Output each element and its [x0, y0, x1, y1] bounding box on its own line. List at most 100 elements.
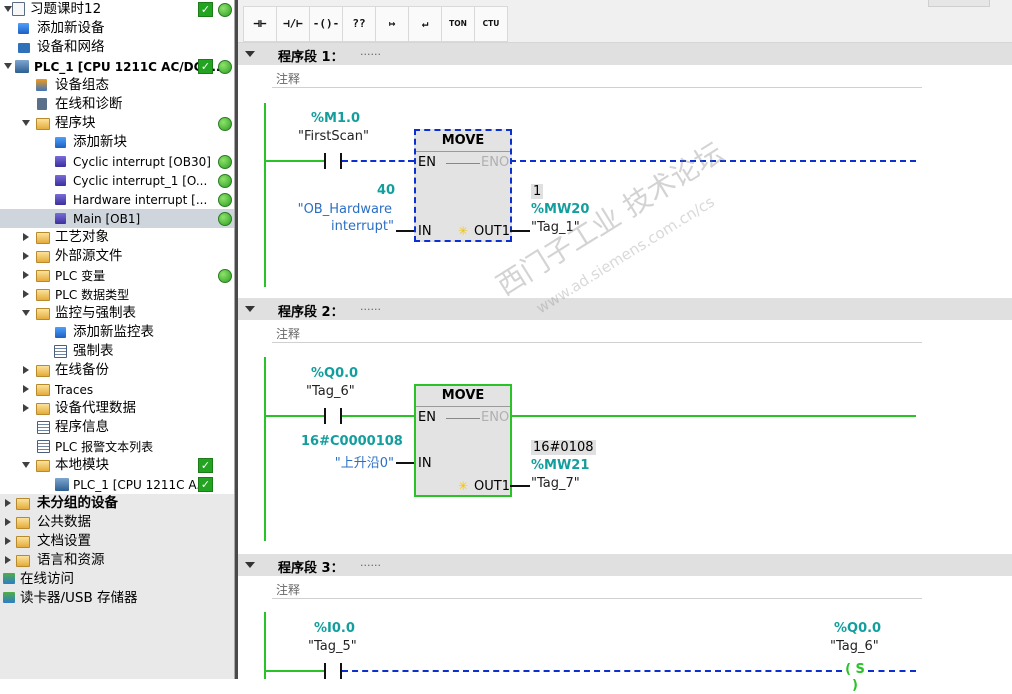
normally-open-contact[interactable] — [324, 408, 342, 424]
network-comment[interactable]: 注释 — [272, 322, 922, 343]
normally-open-contact[interactable] — [324, 663, 342, 679]
close-branch-icon[interactable]: ↵ — [408, 6, 442, 42]
tree-item-local-modules[interactable]: 本地模块 ✓ — [0, 456, 234, 475]
expand-chevron-icon[interactable] — [4, 6, 12, 12]
output-address[interactable]: %MW21 — [531, 458, 589, 473]
online-ok-icon — [218, 155, 232, 169]
contact-tag-name[interactable]: "FirstScan" — [298, 129, 369, 144]
tree-item-device-proxy-data[interactable]: 设备代理数据 — [0, 399, 234, 418]
tree-item-ungrouped-devices[interactable]: 未分组的设备 — [0, 494, 234, 514]
tree-item-program-blocks[interactable]: 程序块 — [0, 114, 234, 133]
expand-chevron-icon[interactable] — [23, 404, 29, 412]
contact-address[interactable]: %Q0.0 — [311, 366, 358, 381]
network-title-field[interactable]: ...... — [360, 556, 381, 569]
network-3-header[interactable]: 程序段 3： ...... — [238, 554, 1012, 576]
tree-item-plc-tags[interactable]: PLC 变量 — [0, 266, 234, 285]
tree-item-force-table[interactable]: 强制表 — [0, 342, 234, 361]
tree-item-plc-data-types[interactable]: PLC 数据类型 — [0, 285, 234, 304]
expand-chevron-icon[interactable] — [4, 63, 12, 69]
coil-tag-name[interactable]: "Tag_6" — [830, 639, 879, 654]
text-list-icon — [37, 440, 50, 453]
contact-address[interactable]: %I0.0 — [314, 621, 355, 636]
tree-item-card-reader-usb[interactable]: 读卡器/USB 存储器 — [0, 589, 234, 609]
tree-item-languages-resources[interactable]: 语言和资源 — [0, 551, 234, 571]
tree-item-plc1-module[interactable]: PLC_1 [CPU 1211C A... ✓ — [0, 475, 234, 494]
input-tag-name[interactable]: "OB_Hardware — [278, 202, 392, 217]
tree-item-devices-networks[interactable]: 设备和网络 — [0, 38, 234, 57]
output-monitor-value: 1 — [531, 184, 544, 199]
expand-chevron-icon[interactable] — [5, 518, 11, 526]
expand-chevron-icon[interactable] — [23, 385, 29, 393]
toolbar-overflow-tab[interactable] — [928, 0, 990, 7]
tree-item-ob30[interactable]: Cyclic interrupt [OB30] — [0, 152, 234, 171]
network-comment[interactable]: 注释 — [272, 578, 922, 599]
folder-icon — [36, 403, 50, 415]
input-tag-name-cont[interactable]: interrupt" — [278, 219, 394, 234]
folder-icon — [36, 251, 50, 263]
input-tag-name[interactable]: "上升沿0" — [298, 452, 394, 471]
contact-tag-name[interactable]: "Tag_6" — [306, 384, 355, 399]
ton-timer-icon[interactable]: TON — [441, 6, 475, 42]
tree-item-cyclic-interrupt-1[interactable]: Cyclic interrupt_1 [O... — [0, 171, 234, 190]
expand-chevron-icon[interactable] — [22, 120, 30, 126]
move-box[interactable]: MOVE EN ENO IN ✳ OUT1 — [414, 384, 512, 497]
expand-chevron-icon[interactable] — [23, 252, 29, 260]
tree-item-online-backups[interactable]: 在线备份 — [0, 361, 234, 380]
tree-item-external-sources[interactable]: 外部源文件 — [0, 247, 234, 266]
card-reader-icon — [3, 592, 15, 603]
expand-chevron-icon[interactable] — [22, 462, 30, 468]
tree-item-watch-force-tables[interactable]: 监控与强制表 — [0, 304, 234, 323]
tree-item-common-data[interactable]: 公共数据 — [0, 513, 234, 533]
eno-pin: ENO — [481, 410, 510, 425]
expand-chevron-icon[interactable] — [23, 290, 29, 298]
expand-chevron-icon[interactable] — [5, 556, 11, 564]
expand-chevron-icon[interactable] — [5, 537, 11, 545]
expand-chevron-icon[interactable] — [22, 310, 30, 316]
move-box[interactable]: MOVE EN ENO IN ✳ OUT1 — [414, 129, 512, 242]
contact-tag-name[interactable]: "Tag_5" — [308, 639, 357, 654]
tree-item-hardware-interrupt[interactable]: Hardware interrupt [... — [0, 190, 234, 209]
project-icon — [12, 2, 25, 16]
network-title-field[interactable]: ...... — [360, 300, 381, 313]
tree-item-add-block[interactable]: 添加新块 — [0, 133, 234, 152]
collapse-chevron-icon[interactable] — [245, 51, 255, 57]
tree-item-plc1[interactable]: PLC_1 [CPU 1211C AC/DC/... ✓ — [0, 57, 234, 76]
output-tag-name[interactable]: "Tag_7" — [531, 476, 580, 491]
expand-chevron-icon[interactable] — [23, 366, 29, 374]
tree-item-program-info[interactable]: 程序信息 — [0, 418, 234, 437]
tree-item-online-diagnostics[interactable]: 在线和诊断 — [0, 95, 234, 114]
collapse-chevron-icon[interactable] — [245, 306, 255, 312]
tree-item-device-config[interactable]: 设备组态 — [0, 76, 234, 95]
coil-address[interactable]: %Q0.0 — [834, 621, 881, 636]
open-branch-icon[interactable]: ↦ — [375, 6, 409, 42]
expand-chevron-icon[interactable] — [23, 233, 29, 241]
contact-address[interactable]: %M1.0 — [311, 111, 360, 126]
tree-item-add-watch-table[interactable]: 添加新监控表 — [0, 323, 234, 342]
tree-item-online-access[interactable]: 在线访问 — [0, 570, 234, 590]
ctu-counter-icon[interactable]: CTU — [474, 6, 508, 42]
tree-item-project[interactable]: 习题课时12 ✓ — [0, 0, 234, 19]
network-1-header[interactable]: 程序段 1： ...... — [238, 43, 1012, 65]
tree-item-main-ob1[interactable]: Main [OB1] — [0, 209, 234, 228]
tree-item-technology-objects[interactable]: 工艺对象 — [0, 228, 234, 247]
empty-box-icon[interactable]: ?? — [342, 6, 376, 42]
star-marker-icon: ✳ — [458, 224, 469, 238]
collapse-chevron-icon[interactable] — [245, 562, 255, 568]
tree-item-document-settings[interactable]: 文档设置 — [0, 532, 234, 552]
normally-closed-contact-icon[interactable]: ⊣/⊢ — [276, 6, 310, 42]
expand-chevron-icon[interactable] — [5, 499, 11, 507]
folder-icon — [36, 384, 50, 396]
tree-item-alarm-text-lists[interactable]: PLC 报警文本列表 — [0, 437, 234, 456]
normally-open-contact[interactable] — [324, 153, 342, 169]
expand-chevron-icon[interactable] — [23, 271, 29, 279]
network-comment[interactable]: 注释 — [272, 67, 922, 88]
star-marker-icon: ✳ — [458, 479, 469, 493]
network-2-header[interactable]: 程序段 2： ...... — [238, 298, 1012, 320]
network-title-field[interactable]: ...... — [360, 45, 381, 58]
normally-open-contact-icon[interactable]: ⊣⊢ — [243, 6, 277, 42]
tree-item-traces[interactable]: Traces — [0, 380, 234, 399]
coil-icon[interactable]: -()- — [309, 6, 343, 42]
set-coil[interactable]: ( S ) — [842, 662, 868, 693]
power-rail — [264, 103, 266, 287]
tree-item-add-device[interactable]: 添加新设备 — [0, 19, 234, 38]
